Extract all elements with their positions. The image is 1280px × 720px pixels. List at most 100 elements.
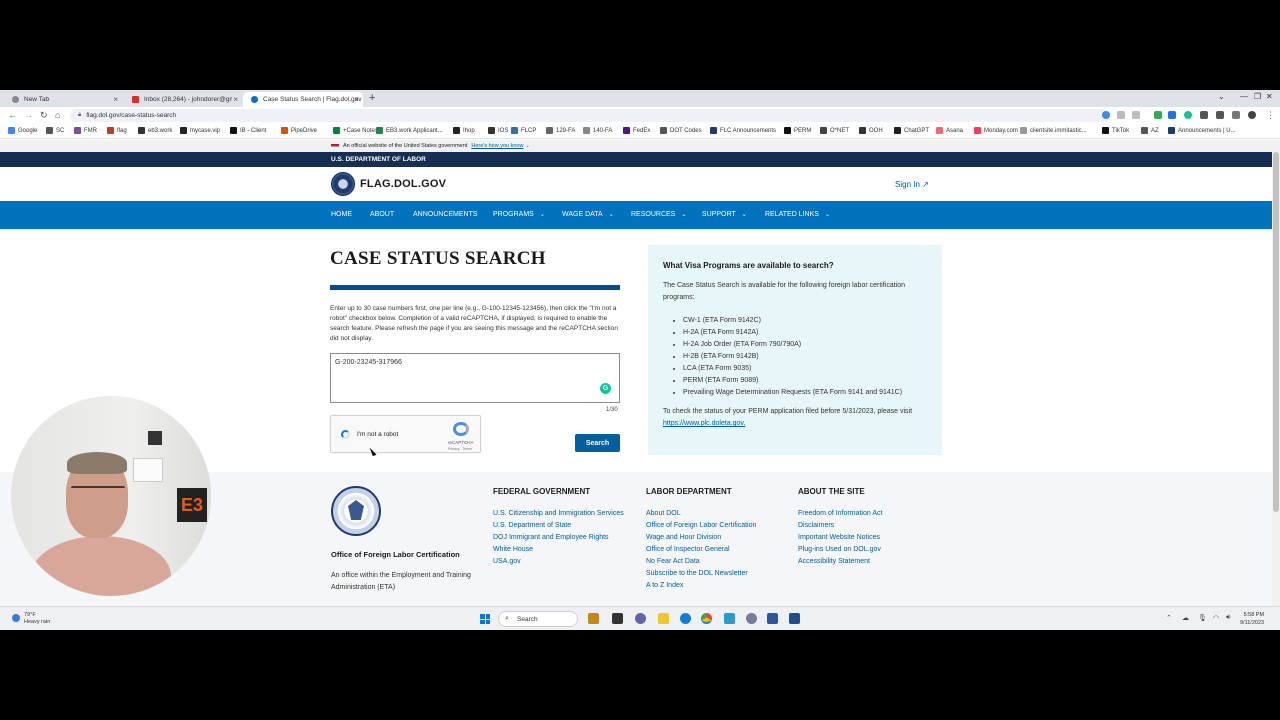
close-icon[interactable]: × — [233, 95, 238, 104]
bookmark-item[interactable]: 140-FA — [583, 127, 612, 134]
download-icon[interactable] — [1216, 111, 1224, 119]
app-icon[interactable] — [789, 613, 800, 624]
bookmark-item[interactable]: FLCP — [511, 127, 536, 134]
page-scrollbar[interactable] — [1272, 140, 1280, 606]
chat-icon[interactable] — [635, 613, 646, 624]
bookmark-item[interactable]: AZ — [1141, 127, 1159, 134]
forward-arrow-icon[interactable]: → — [24, 110, 33, 120]
bookmark-item[interactable]: FedEx — [623, 127, 650, 134]
nav-item-programs[interactable]: PROGRAMS ⌄ — [493, 211, 545, 218]
word-icon[interactable] — [767, 613, 778, 624]
sign-in-link[interactable]: Sign In ↗ — [895, 180, 929, 189]
footer-link[interactable]: No Fear Act Data — [646, 556, 756, 568]
bookmark-item[interactable]: Google — [8, 127, 37, 134]
reload-icon[interactable]: ↻ — [40, 110, 48, 121]
restore-icon[interactable]: ❐ — [1254, 92, 1261, 101]
grammarly-extension-icon[interactable] — [1184, 111, 1192, 119]
bookmark-item[interactable]: Asana — [936, 127, 963, 134]
bookmark-item[interactable]: ChatGPT — [894, 127, 929, 134]
taskbar-search[interactable]: ⌕ Search — [498, 611, 578, 627]
footer-link[interactable]: Plug-ins Used on DOL.gov — [798, 544, 882, 556]
app-icon[interactable] — [724, 613, 735, 624]
footer-link[interactable]: Wage and Hour Division — [646, 532, 756, 544]
bookmark-item[interactable]: O*NET — [820, 127, 849, 134]
bookmark-item[interactable]: PipeDrive — [281, 127, 317, 134]
bookmark-item[interactable]: Ihop — [453, 127, 475, 134]
nav-item-related-links[interactable]: RELATED LINKS ⌄ — [765, 211, 830, 218]
nav-item-about[interactable]: ABOUT — [370, 211, 394, 218]
bookmark-item[interactable]: IOS — [488, 127, 508, 134]
footer-link[interactable]: Freedom of Information Act — [798, 508, 882, 520]
sidebar-icon[interactable] — [1232, 111, 1240, 119]
scrollbar-thumb[interactable] — [1273, 152, 1279, 512]
volume-icon[interactable]: 🔊︎ — [1226, 614, 1230, 622]
nav-item-resources[interactable]: RESOURCES ⌄ — [631, 211, 686, 218]
nav-item-announcements[interactable]: ANNOUNCEMENTS — [413, 211, 478, 218]
bookmark-item[interactable]: FMR — [74, 127, 97, 134]
share-icon[interactable] — [1117, 111, 1125, 119]
nav-item-support[interactable]: SUPPORT ⌄ — [702, 211, 747, 218]
case-numbers-textarea[interactable]: G-200-23245-317966 — [330, 353, 620, 403]
tab-case-status[interactable]: Case Status Search | Flag.dol.gov × — [243, 92, 363, 107]
cloud-icon[interactable]: ☁ — [1182, 614, 1189, 622]
dol-seal-icon[interactable] — [331, 172, 355, 196]
settings-gear-icon[interactable] — [746, 613, 757, 624]
edge-icon[interactable] — [680, 613, 691, 624]
star-icon[interactable] — [1132, 111, 1140, 119]
task-view-icon[interactable] — [612, 613, 623, 624]
bookmark-item[interactable]: Monday.com — [974, 127, 1018, 134]
tab-gmail[interactable]: Inbox (28,264) - johndorer@gmail.com × — [124, 92, 242, 107]
close-icon[interactable]: × — [113, 95, 118, 104]
bookmark-item[interactable]: FLC Announcements — [710, 127, 776, 134]
footer-link[interactable]: About DOL — [646, 508, 756, 520]
weather-widget[interactable]: 79°F Heavy rain — [12, 612, 50, 626]
footer-link[interactable]: Accessibility Statement — [798, 556, 882, 568]
bookmark-item[interactable]: +Case Notes — [333, 127, 378, 134]
footer-link[interactable]: Office of Inspector General — [646, 544, 756, 556]
site-title[interactable]: FLAG.DOL.GOV — [360, 178, 446, 190]
nav-item-home[interactable]: HOME — [331, 211, 352, 218]
google-lens-icon[interactable] — [1102, 111, 1110, 119]
profile-avatar-icon[interactable] — [1248, 111, 1256, 119]
bookmark-item[interactable]: flag — [107, 127, 127, 134]
nav-item-wage-data[interactable]: WAGE DATA ⌄ — [562, 211, 614, 218]
chevron-down-icon[interactable]: ⌄ — [1218, 92, 1225, 101]
footer-link[interactable]: Subscribe to the DOL Newsletter — [646, 568, 756, 580]
tab-new-tab[interactable]: New Tab × — [4, 92, 122, 107]
footer-link[interactable]: White House — [493, 544, 624, 556]
plc-link[interactable]: https://www.plc.doleta.gov. — [663, 420, 745, 427]
bookmark-item[interactable]: PERM — [784, 127, 811, 134]
bookmark-item[interactable]: TikTok — [1102, 127, 1129, 134]
puzzle-icon[interactable] — [1200, 111, 1208, 119]
recaptcha-terms-link[interactable]: Privacy - Terms — [448, 447, 472, 451]
close-window-icon[interactable]: ✕ — [1266, 92, 1273, 101]
new-tab-button[interactable]: + — [369, 92, 375, 104]
chevron-up-icon[interactable]: ⌃ — [1166, 614, 1172, 622]
app-icon[interactable] — [588, 613, 599, 624]
taskbar-clock[interactable]: 5:58 PM 9/11/2023 — [1240, 611, 1264, 627]
bookmark-item[interactable]: OOH — [859, 127, 883, 134]
close-icon[interactable]: × — [354, 95, 359, 104]
search-button[interactable]: Search — [575, 434, 620, 452]
bookmark-item[interactable]: SC — [46, 127, 64, 134]
footer-link[interactable]: DOJ Immigrant and Employee Rights — [493, 532, 624, 544]
bookmark-item[interactable]: EB3.work Applicant... — [376, 127, 443, 134]
recaptcha-checkbox[interactable] — [341, 430, 350, 439]
footer-link[interactable]: A to Z Index — [646, 580, 756, 592]
chrome-icon[interactable] — [701, 613, 712, 624]
home-icon[interactable]: ⌂ — [55, 110, 60, 120]
bookmark-item[interactable]: DOT Codes — [660, 127, 702, 134]
footer-link[interactable]: Disclaimers — [798, 520, 882, 532]
bookmark-item[interactable]: clientsite.immitastic... — [1020, 127, 1087, 134]
mic-icon[interactable]: 🎙︎ — [1198, 614, 1207, 622]
footer-link[interactable]: USA.gov — [493, 556, 624, 568]
footer-link[interactable]: U.S. Citizenship and Immigration Service… — [493, 508, 624, 520]
footer-link[interactable]: Important Website Notices — [798, 532, 882, 544]
bookmark-item[interactable]: eb3.work — [138, 127, 172, 134]
bookmark-item[interactable]: 129-FA — [546, 127, 575, 134]
bookmark-item[interactable]: IB - Client — [230, 127, 266, 134]
menu-kebab-icon[interactable]: ⋮ — [1266, 110, 1275, 121]
extension-icon[interactable] — [1154, 111, 1162, 119]
windows-start-icon[interactable] — [480, 614, 490, 624]
footer-link[interactable]: U.S. Department of State — [493, 520, 624, 532]
